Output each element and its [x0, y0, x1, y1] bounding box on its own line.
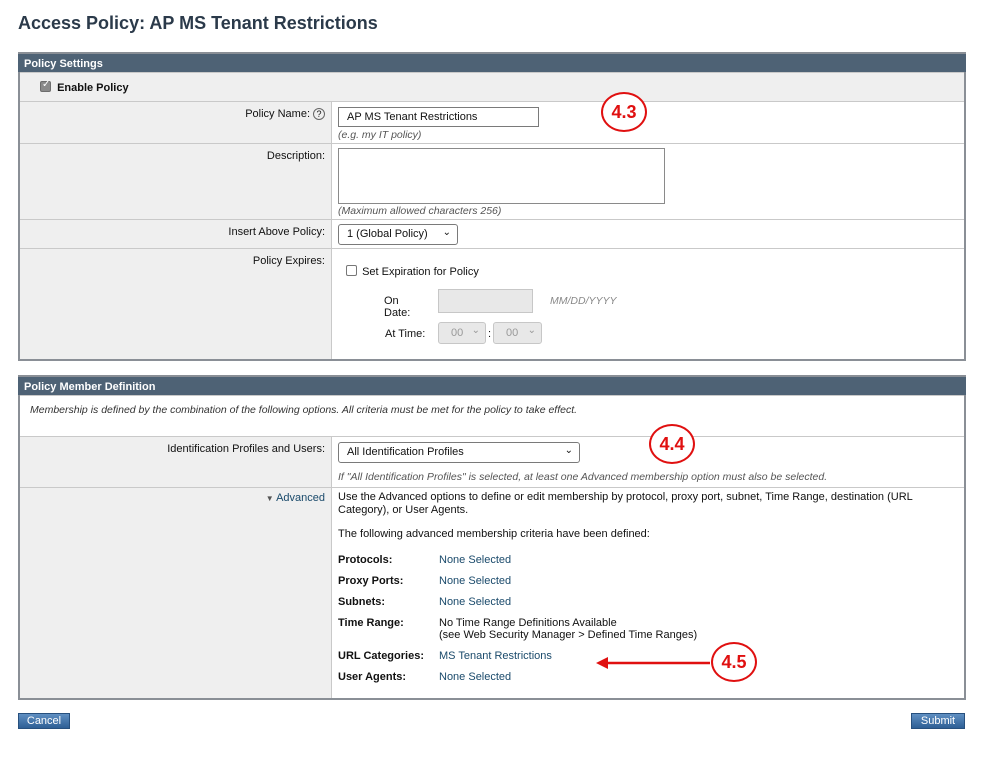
- enable-policy-checkbox[interactable]: [40, 79, 51, 92]
- id-profiles-value: All Identification Profiles: [347, 446, 464, 458]
- at-time-label: At Time:: [385, 328, 426, 340]
- time-range-note: (see Web Security Manager > Defined Time…: [439, 629, 698, 641]
- hour-value: 00: [451, 327, 464, 339]
- description-label: Description:: [266, 150, 325, 162]
- id-profiles-cell: All Identification Profiles ⌄ If "All Id…: [332, 437, 964, 487]
- criteria-row: Proxy Ports: None Selected: [338, 571, 697, 592]
- membership-intro-row: Membership is defined by the combination…: [20, 395, 964, 436]
- time-range-text: No Time Range Definitions Available: [439, 617, 617, 629]
- insert-above-label-cell: Insert Above Policy:: [20, 220, 332, 248]
- policy-settings-panel: Policy Settings Enable Policy Policy Nam…: [18, 52, 966, 361]
- id-profiles-label-cell: Identification Profiles and Users:: [20, 437, 332, 487]
- policy-name-input[interactable]: AP MS Tenant Restrictions: [338, 107, 539, 127]
- policy-name-cell: AP MS Tenant Restrictions (e.g. my IT po…: [332, 102, 964, 143]
- chevron-down-icon: ⌄: [527, 325, 536, 336]
- criteria-key: Protocols:: [338, 554, 393, 566]
- minute-value: 00: [506, 327, 519, 339]
- protocols-link[interactable]: None Selected: [439, 550, 697, 571]
- time-separator: :: [488, 328, 492, 340]
- set-expiration-label: Set Expiration for Policy: [362, 266, 479, 278]
- policy-member-panel: Policy Member Definition Membership is d…: [18, 375, 966, 700]
- help-icon[interactable]: ?: [313, 108, 325, 120]
- set-expiration-line: Set Expiration for Policy: [346, 265, 958, 278]
- on-date-input[interactable]: [438, 289, 533, 313]
- advanced-row: ▼ Advanced Use the Advanced options to d…: [20, 487, 964, 698]
- subnets-link[interactable]: None Selected: [439, 592, 697, 613]
- annotation-arrow: [596, 657, 710, 669]
- description-cell: (Maximum allowed characters 256): [332, 144, 964, 219]
- proxy-ports-link[interactable]: None Selected: [439, 571, 697, 592]
- advanced-label-cell: ▼ Advanced: [20, 488, 332, 698]
- description-label-cell: Description:: [20, 144, 332, 219]
- policy-member-header: Policy Member Definition: [18, 375, 966, 395]
- description-hint: (Maximum allowed characters 256): [338, 205, 502, 217]
- submit-button[interactable]: Submit: [911, 713, 965, 729]
- criteria-key: Subnets:: [338, 596, 386, 608]
- membership-intro-text: Membership is defined by the combination…: [30, 404, 578, 416]
- on-date-label: On Date:: [384, 295, 411, 319]
- enable-policy-row: Enable Policy: [20, 72, 964, 101]
- advanced-description: Use the Advanced options to define or ed…: [338, 491, 913, 516]
- description-textarea[interactable]: [338, 148, 665, 204]
- insert-above-select[interactable]: 1 (Global Policy) ⌄: [338, 224, 458, 245]
- insert-above-value: 1 (Global Policy): [347, 228, 428, 240]
- enable-policy-cell: Enable Policy: [20, 73, 129, 101]
- policy-expires-label: Policy Expires:: [252, 255, 325, 267]
- criteria-key: Time Range:: [338, 617, 404, 629]
- id-profiles-select[interactable]: All Identification Profiles ⌄: [338, 442, 580, 463]
- chevron-down-icon: ⌄: [564, 445, 573, 456]
- id-profiles-hint: If "All Identification Profiles" is sele…: [338, 471, 828, 483]
- policy-name-label-cell: Policy Name:?: [20, 102, 332, 143]
- policy-expires-label-cell: Policy Expires:: [20, 249, 332, 359]
- set-expiration-checkbox[interactable]: [346, 265, 357, 276]
- chevron-down-icon: ⌄: [471, 325, 480, 336]
- hour-select[interactable]: 00 ⌄: [438, 322, 486, 344]
- policy-name-hint: (e.g. my IT policy): [338, 129, 422, 141]
- id-profiles-row: Identification Profiles and Users: All I…: [20, 436, 964, 487]
- policy-settings-header: Policy Settings: [18, 52, 966, 72]
- insert-above-label: Insert Above Policy:: [228, 226, 325, 238]
- minute-select[interactable]: 00 ⌄: [493, 322, 542, 344]
- time-range-value: No Time Range Definitions Available (see…: [439, 613, 697, 646]
- chevron-down-icon: ⌄: [442, 227, 451, 238]
- triangle-down-icon: ▼: [265, 494, 274, 503]
- page-title: Access Policy: AP MS Tenant Restrictions: [18, 13, 378, 33]
- criteria-key: URL Categories:: [338, 650, 424, 662]
- id-profiles-label: Identification Profiles and Users:: [167, 443, 325, 455]
- policy-expires-row: Policy Expires: Set Expiration for Polic…: [20, 248, 964, 359]
- advanced-toggle-link[interactable]: Advanced: [276, 492, 325, 504]
- criteria-row: Subnets: None Selected: [338, 592, 697, 613]
- cancel-button[interactable]: Cancel: [18, 713, 70, 729]
- policy-expires-cell: Set Expiration for Policy On Date: MM/DD…: [332, 249, 964, 359]
- policy-name-label: Policy Name:: [245, 108, 310, 120]
- annotation-callout: 4.3: [601, 92, 647, 132]
- insert-above-row: Insert Above Policy: 1 (Global Policy) ⌄: [20, 219, 964, 248]
- criteria-key: User Agents:: [338, 671, 407, 683]
- policy-name-row: Policy Name:? AP MS Tenant Restrictions …: [20, 101, 964, 143]
- criteria-intro: The following advanced membership criter…: [338, 528, 650, 540]
- criteria-key: Proxy Ports:: [338, 575, 404, 587]
- criteria-row: Time Range: No Time Range Definitions Av…: [338, 613, 697, 646]
- on-date-placeholder: MM/DD/YYYY: [550, 295, 617, 307]
- criteria-row: Protocols: None Selected: [338, 550, 697, 571]
- insert-above-cell: 1 (Global Policy) ⌄: [332, 220, 964, 248]
- description-row: Description: (Maximum allowed characters…: [20, 143, 964, 219]
- enable-policy-label: Enable Policy: [57, 82, 129, 94]
- annotation-callout: 4.4: [649, 424, 695, 464]
